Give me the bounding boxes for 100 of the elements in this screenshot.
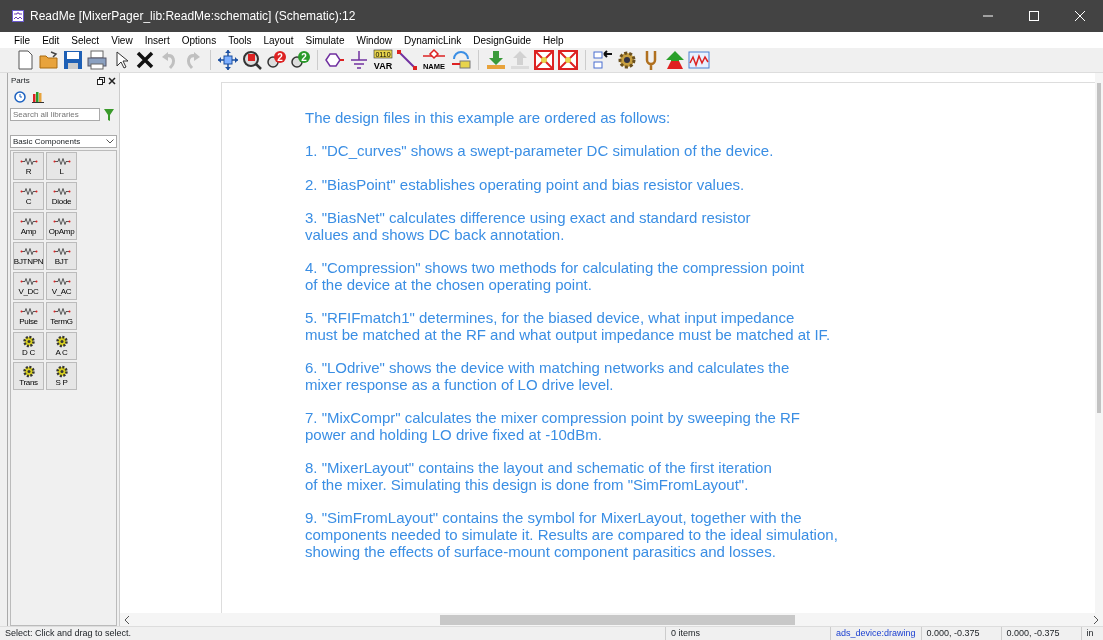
gear-icon	[616, 49, 638, 71]
close-icon[interactable]	[108, 76, 116, 85]
menu-item[interactable]: Simulate	[299, 33, 351, 48]
component-symbol-icon	[52, 306, 71, 317]
menu-item[interactable]: Layout	[257, 33, 300, 48]
units-label: in	[1080, 627, 1099, 640]
down-tool-button[interactable]	[485, 49, 507, 71]
swap-icon	[450, 49, 472, 71]
scroll-right-icon[interactable]	[1093, 615, 1099, 624]
part-button[interactable]: V_DC	[13, 272, 44, 300]
component-symbol-icon	[19, 246, 38, 257]
part-button[interactable]: Pulse	[13, 302, 44, 330]
chevron-down-icon	[106, 139, 114, 144]
part-button[interactable]: S P	[46, 362, 77, 390]
open-tool-button[interactable]	[38, 49, 60, 71]
crossed-box-icon	[557, 49, 579, 71]
note-paragraph: 5. "RFIFmatch1" determines, for the biased device, what input impedance must be matched at the RF and what output impedance must be matched at IF.	[305, 310, 832, 344]
library-dropdown[interactable]: Basic Components	[10, 135, 117, 148]
menu-item[interactable]: Tools	[222, 33, 258, 48]
graph-tool-button[interactable]	[688, 49, 710, 71]
float-window-icon[interactable]	[97, 76, 105, 85]
part-button[interactable]: D C	[13, 332, 44, 360]
component-symbol-icon	[52, 276, 71, 287]
close-icon	[1075, 11, 1085, 21]
menu-item[interactable]: Help	[537, 33, 570, 48]
gear-tool-button[interactable]	[616, 49, 638, 71]
window-title: ReadMe [MixerPager_lib:ReadMe:schematic] (Schematic):12	[30, 8, 356, 25]
part-button[interactable]: BJT	[46, 242, 77, 270]
swap-tool-button[interactable]	[450, 49, 472, 71]
vertical-scrollbar[interactable]	[1095, 73, 1103, 613]
part-button[interactable]: BJTNPN	[13, 242, 44, 270]
note-paragraph: 1. "DC_curves" shows a swept-parameter DC simulation of the device.	[305, 143, 775, 161]
part-button[interactable]: Diode	[46, 182, 77, 210]
component-symbol-icon	[52, 186, 71, 197]
wire-icon	[396, 49, 418, 71]
xbox-tool-button[interactable]	[557, 49, 579, 71]
note-paragraph: 8. "MixerLayout" contains the layout and schematic of the first iteration of the mixer. Simulating this design is done from "SimFromLayout".	[305, 460, 773, 494]
menu-item[interactable]: Options	[175, 33, 223, 48]
wire-tool-button[interactable]	[396, 49, 418, 71]
component-symbol-icon	[19, 306, 38, 317]
maximize-icon	[1029, 11, 1039, 21]
panel-title: Parts	[11, 74, 30, 87]
gear-icon	[20, 335, 37, 348]
note-paragraph: The design files in this example are ordered as follows:	[305, 110, 672, 127]
menu-item[interactable]: Select	[65, 33, 106, 48]
zoomout-tool-button[interactable]: 2	[289, 49, 311, 71]
component-symbol-icon	[52, 216, 71, 227]
xbox-tool-button[interactable]	[533, 49, 555, 71]
zoomin-tool-button[interactable]: 2	[265, 49, 287, 71]
zoomwin-tool-button[interactable]	[241, 49, 263, 71]
list-tool-button[interactable]	[592, 49, 614, 71]
part-button[interactable]: L	[46, 152, 77, 180]
gear-icon	[20, 365, 37, 378]
save-tool-button[interactable]	[62, 49, 84, 71]
menu-item[interactable]: Window	[350, 33, 398, 48]
delete-icon	[134, 49, 156, 71]
delete-tool-button[interactable]	[134, 49, 156, 71]
open-folder-icon	[38, 49, 60, 71]
menu-item[interactable]: File	[8, 33, 37, 48]
menu-item[interactable]: DynamicLink	[398, 33, 468, 48]
gear-icon	[53, 365, 70, 378]
download-icon	[485, 49, 507, 71]
upload-icon	[509, 49, 531, 71]
filter-icon[interactable]	[104, 108, 114, 121]
part-button[interactable]: Trans	[13, 362, 44, 390]
part-button[interactable]: TermG	[46, 302, 77, 330]
coordinate-readout: 0.000, -0.375	[920, 627, 1001, 640]
part-button[interactable]: OpAmp	[46, 212, 77, 240]
gear-icon	[53, 335, 70, 348]
menu-item[interactable]: Insert	[138, 33, 176, 48]
menu-item[interactable]: View	[105, 33, 139, 48]
part-button[interactable]: C	[13, 182, 44, 210]
part-button[interactable]: Amp	[13, 212, 44, 240]
component-symbol-icon	[19, 276, 38, 287]
component-symbol-icon	[52, 246, 71, 257]
clock-icon[interactable]	[14, 91, 26, 103]
menu-item[interactable]: Edit	[36, 33, 66, 48]
menu-item[interactable]: DesignGuide	[467, 33, 538, 48]
part-button[interactable]: R	[13, 152, 44, 180]
layer-name: ads_device:drawing	[830, 627, 921, 640]
arrowup-tool-button[interactable]	[664, 49, 686, 71]
part-button[interactable]: V_AC	[46, 272, 77, 300]
print-tool-button[interactable]	[86, 49, 108, 71]
note-paragraph: 9. "SimFromLayout" contains the symbol for MixerLayout, together with the components needed to simulate it. Results are compared to the ideal simulation, showing the effects of surface-mount component parasitics and losses.	[305, 510, 839, 561]
part-button[interactable]: A C	[46, 332, 77, 360]
note-paragraph: 6. "LOdrive" shows the device with matching networks and calculates the mixer response as a function of LO drive level.	[305, 360, 791, 394]
note-paragraph: 7. "MixCompr" calculates the mixer compression point by sweeping the RF power and holding LO drive fixed at -10dBm.	[305, 410, 801, 444]
ground-tool-button[interactable]	[348, 49, 370, 71]
list-arrow-icon	[592, 49, 614, 71]
status-message: Select: Click and drag to select.	[4, 627, 133, 640]
pan-tool-button[interactable]	[217, 49, 239, 71]
books-icon[interactable]	[32, 91, 44, 103]
scroll-left-icon[interactable]	[124, 615, 130, 624]
search-field[interactable]: Search all libraries	[10, 108, 100, 121]
note-paragraph: 4. "Compression" shows two methods for calculating the compression point of the device at the chosen operating point.	[305, 260, 806, 294]
printer-icon	[86, 49, 108, 71]
horizontal-scrollbar[interactable]	[120, 613, 1103, 626]
component-symbol-icon	[19, 216, 38, 227]
coordinate-readout: 0.000, -0.375	[1000, 627, 1081, 640]
note-paragraph: 2. "BiasPoint" establishes operating point and bias resistor values.	[305, 176, 746, 194]
